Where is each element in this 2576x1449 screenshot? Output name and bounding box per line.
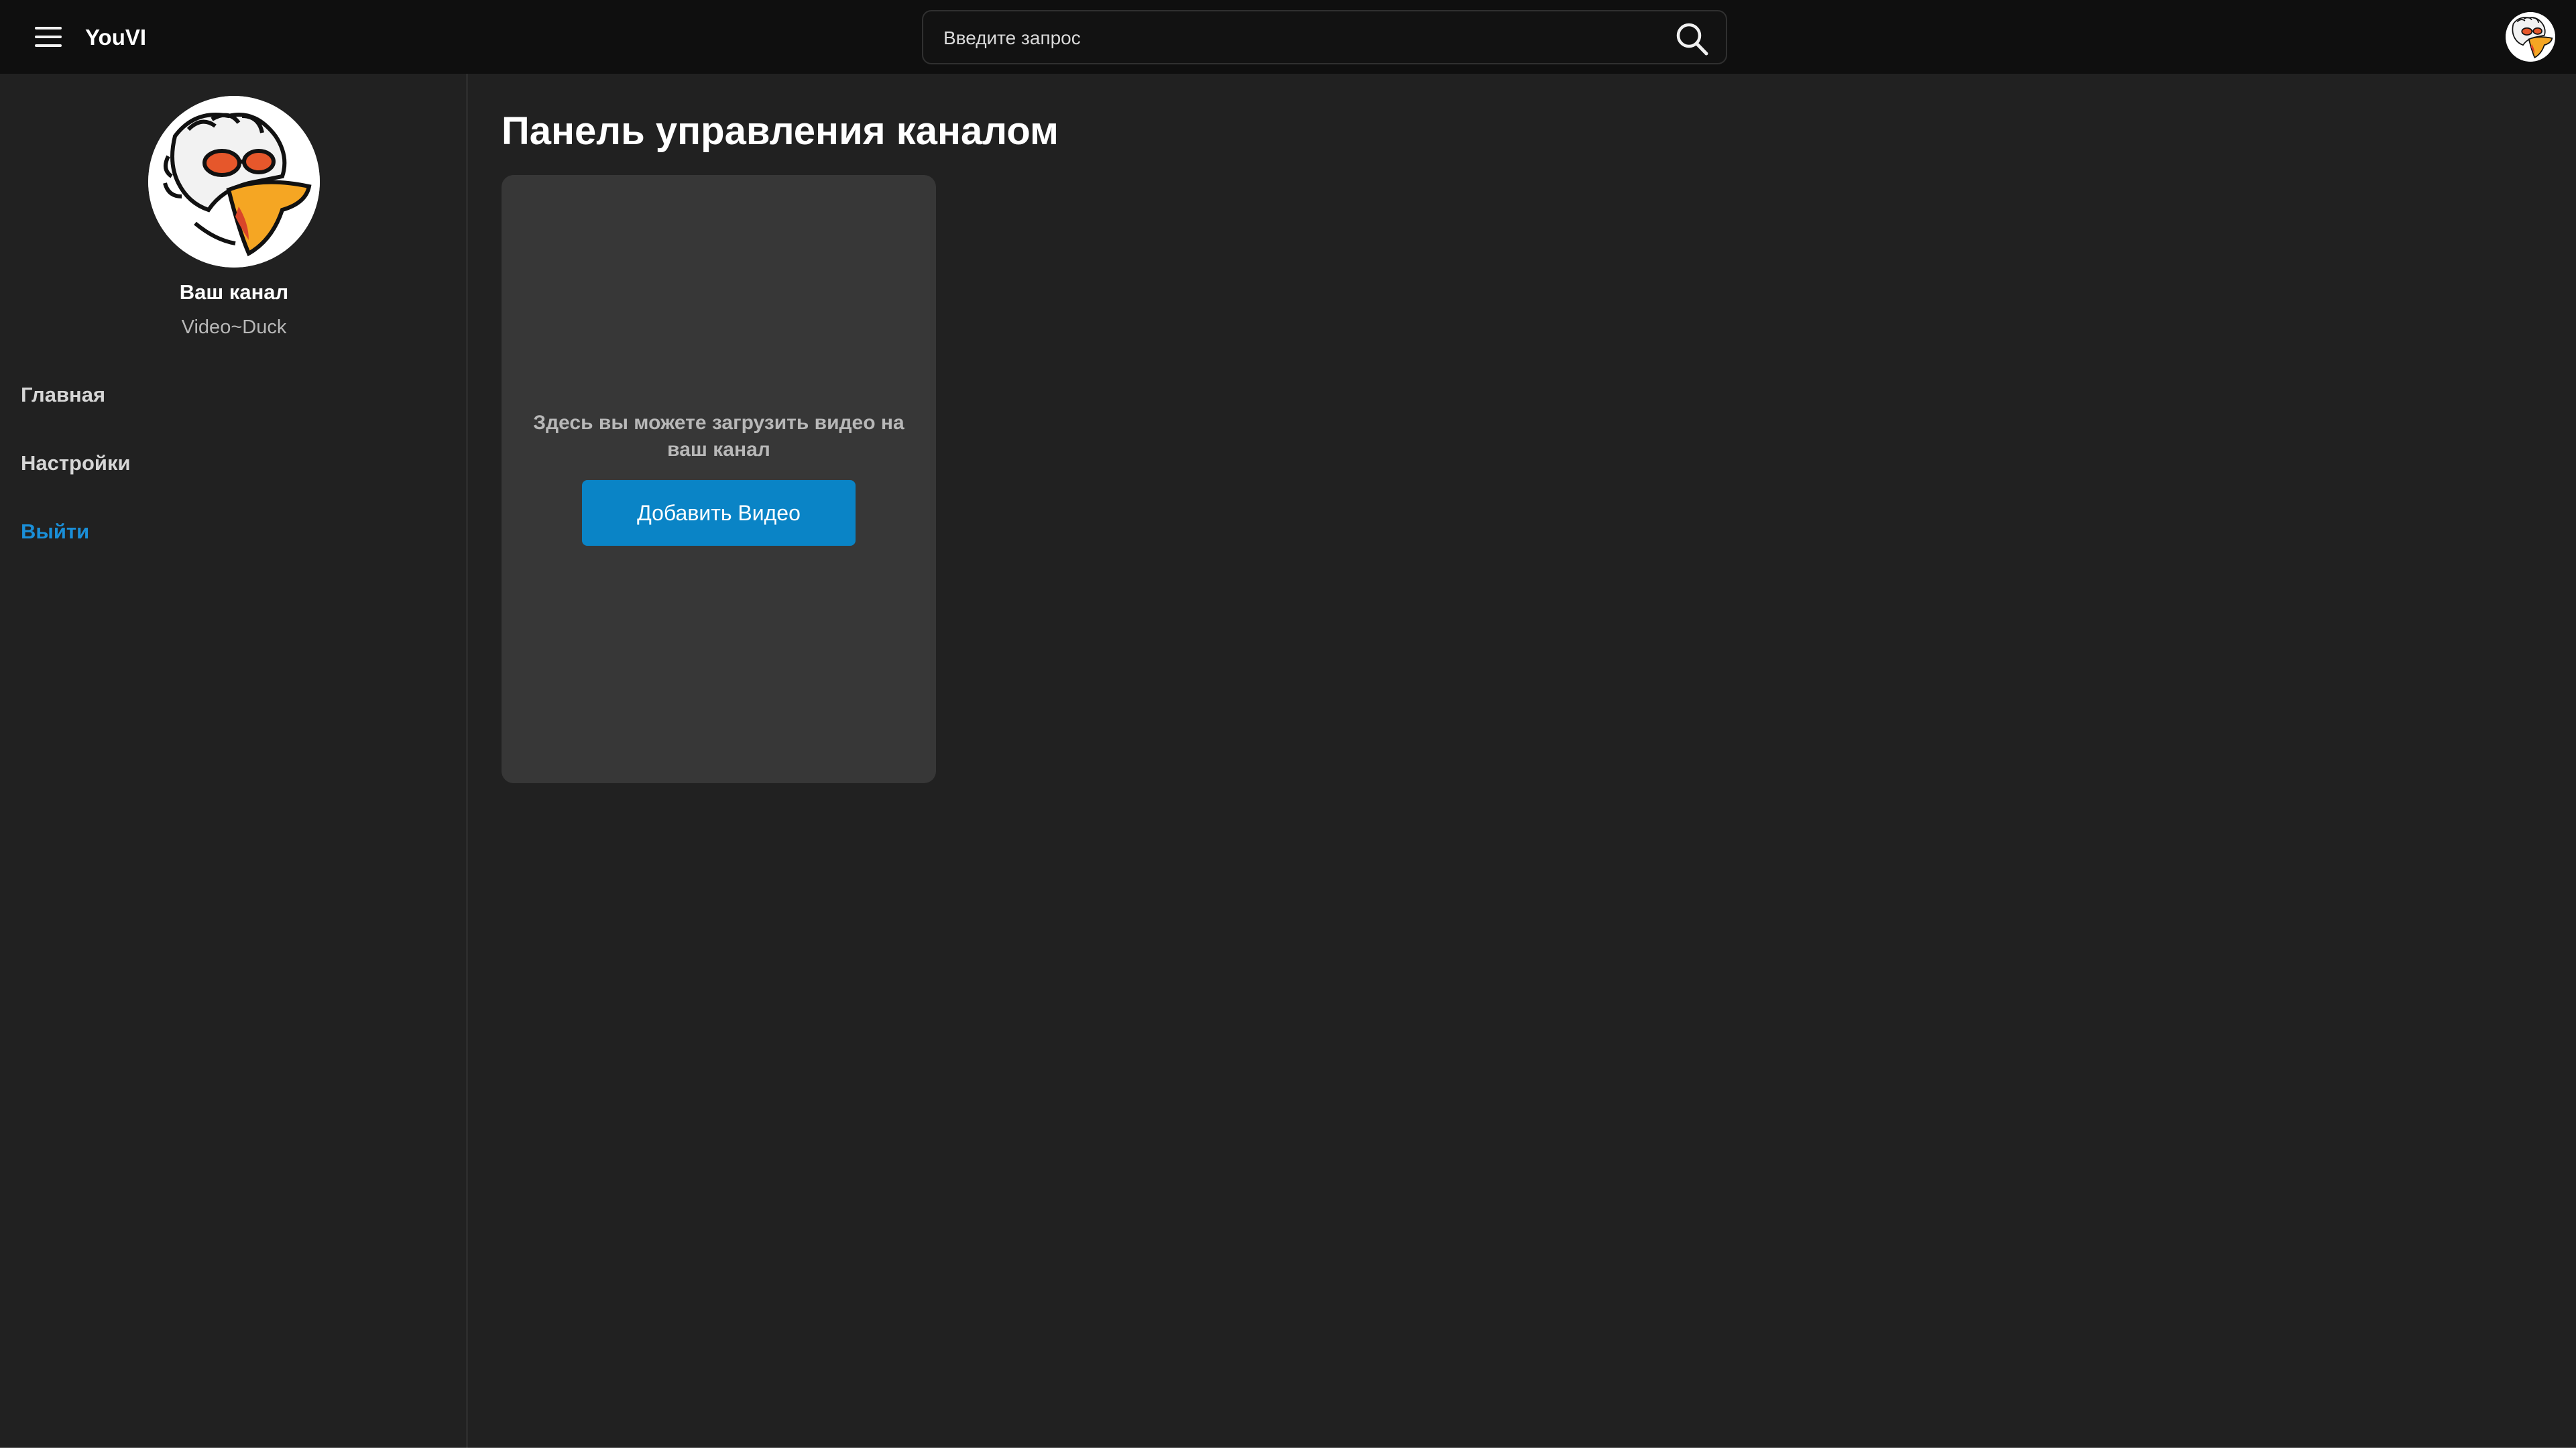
search-icon[interactable] — [1672, 19, 1712, 57]
page-title: Панель управления каналом — [502, 109, 1059, 153]
top-bar: YouVI — [0, 0, 2576, 74]
app-logo[interactable]: YouVI — [85, 24, 146, 51]
search-bar — [922, 10, 1727, 64]
channel-avatar — [148, 96, 320, 268]
upload-card: Здесь вы можете загрузить видео на ваш к… — [502, 175, 936, 783]
app-root: YouVI Введите запрос Ваш канал Video~Duc… — [0, 0, 2576, 1448]
sidebar-item-logout[interactable]: Выйти — [21, 518, 89, 545]
channel-title: Ваш канал — [179, 280, 289, 304]
add-video-button[interactable]: Добавить Видео — [582, 480, 856, 546]
user-avatar[interactable] — [2506, 12, 2555, 62]
sidebar: Ваш канал Video~Duck Главная Настройки В… — [0, 74, 468, 1448]
sidebar-item-home[interactable]: Главная — [21, 382, 105, 408]
channel-name: Video~Duck — [181, 316, 287, 338]
upload-hint: Здесь вы можете загрузить видео на ваш к… — [533, 412, 904, 461]
hamburger-menu-icon[interactable] — [30, 20, 67, 54]
sidebar-item-settings[interactable]: Настройки — [21, 450, 131, 477]
search-input[interactable] — [943, 23, 1641, 53]
